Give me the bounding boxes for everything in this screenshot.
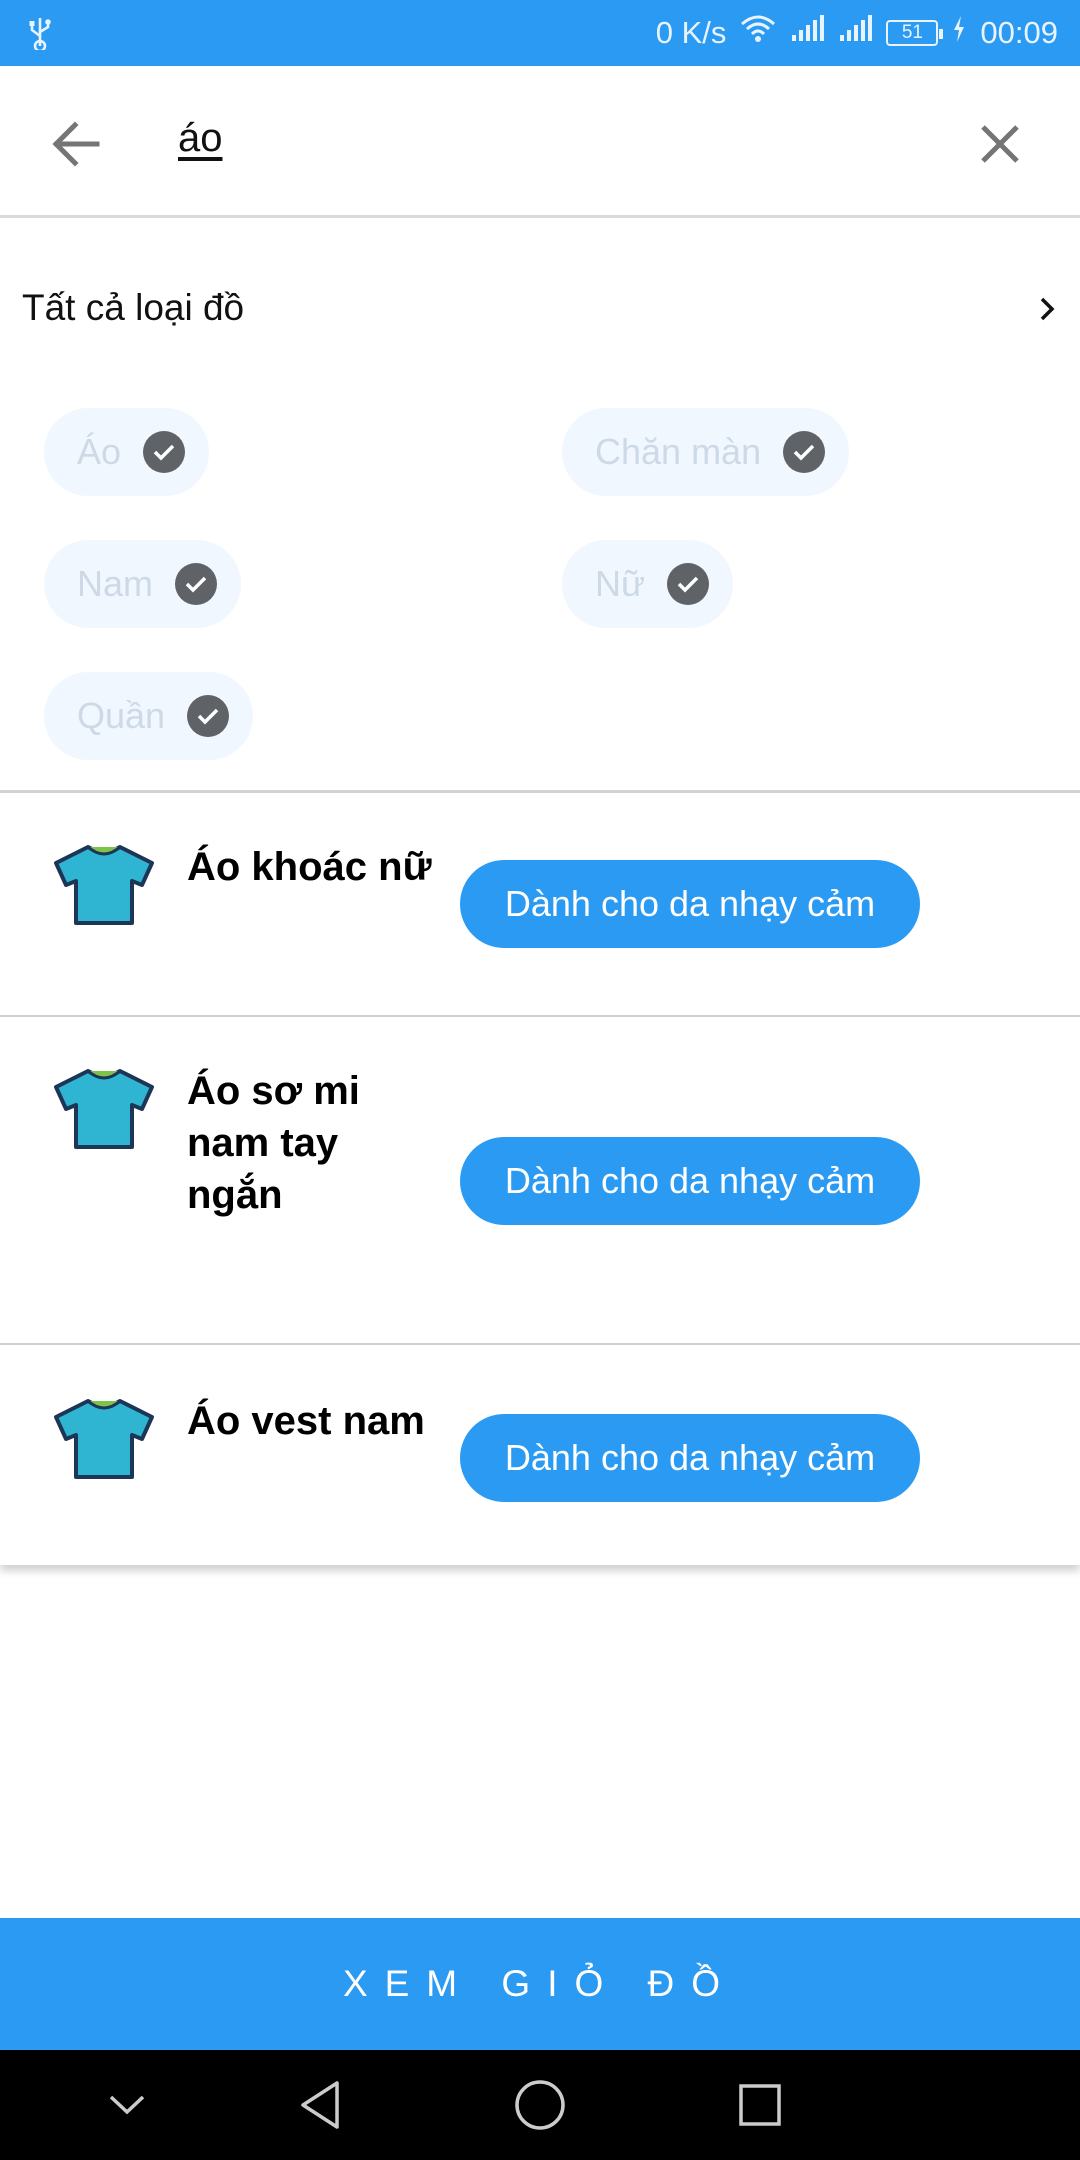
check-icon [667, 563, 710, 605]
nav-home-button[interactable] [510, 2075, 570, 2135]
filter-chip-quan[interactable]: Quần [44, 672, 254, 760]
check-icon [143, 431, 186, 473]
product-list: Áo khoác nữ Dành cho da nhạy cảm Áo sơ m… [0, 793, 1080, 1565]
product-tag-button[interactable]: Dành cho da nhạy cảm [460, 1414, 920, 1502]
clock: 00:09 [980, 15, 1058, 50]
chevron-right-icon [1040, 297, 1055, 321]
signal-icon-2 [838, 15, 873, 51]
filter-chip-label: Nam [77, 563, 154, 604]
product-name: Áo khoác nữ [187, 845, 432, 889]
shirt-icon [54, 845, 154, 925]
product-name: Áo vest nam [187, 1399, 425, 1443]
product-item[interactable]: Áo khoác nữ Dành cho da nhạy cảm [0, 793, 1080, 1015]
product-tag-button[interactable]: Dành cho da nhạy cảm [460, 860, 920, 948]
category-selector[interactable]: Tất cả loại đồ [0, 268, 1080, 348]
battery-icon: 51 [886, 20, 944, 46]
product-item[interactable]: Áo vest nam Dành cho da nhạy cảm [0, 1343, 1080, 1565]
clear-search-button[interactable] [968, 112, 1032, 176]
search-input[interactable]: áo [178, 116, 223, 161]
usb-icon [28, 16, 52, 55]
back-button[interactable] [44, 112, 108, 176]
signal-icon [790, 15, 825, 51]
battery-level: 51 [901, 22, 923, 43]
filter-chip-label: Nữ [595, 563, 646, 604]
search-header: áo [0, 66, 1080, 218]
product-item[interactable]: Áo sơ mi nam tay ngắn Dành cho da nhạy c… [0, 1015, 1080, 1343]
filter-chip-label: Quần [77, 695, 166, 736]
nav-hide-button[interactable] [97, 2075, 157, 2135]
filter-chip-chan-man[interactable]: Chăn màn [562, 408, 850, 496]
filter-chip-nu[interactable]: Nữ [562, 540, 734, 628]
filter-chip-nam[interactable]: Nam [44, 540, 242, 628]
shirt-icon [54, 1399, 154, 1479]
filter-chip-label: Áo [77, 431, 122, 472]
triangle-back-icon [301, 2081, 339, 2129]
shirt-icon [54, 1069, 154, 1149]
product-tag-button[interactable]: Dành cho da nhạy cảm [460, 1137, 920, 1225]
check-icon [783, 431, 826, 473]
check-icon [175, 563, 218, 605]
arrow-left-icon [52, 121, 100, 167]
network-speed: 0 K/s [655, 15, 727, 50]
nav-back-button[interactable] [290, 2075, 350, 2135]
charging-icon [952, 15, 966, 51]
status-bar: 0 K/s 51 00:09 [0, 0, 1080, 66]
check-icon [187, 695, 230, 737]
filter-chip-label: Chăn màn [595, 431, 762, 472]
view-cart-button[interactable]: XEM GIỎ ĐỒ [0, 1918, 1080, 2050]
close-icon [981, 125, 1019, 163]
category-label: Tất cả loại đồ [22, 287, 245, 328]
square-recents-icon [739, 2084, 781, 2126]
wifi-icon [740, 14, 776, 52]
filter-chip-ao[interactable]: Áo [44, 408, 210, 496]
chevron-down-icon [109, 2095, 145, 2115]
product-name: Áo sơ mi nam tay ngắn [187, 1069, 360, 1217]
nav-recents-button[interactable] [730, 2075, 790, 2135]
navigation-bar [0, 2050, 1080, 2160]
circle-home-icon [515, 2080, 565, 2130]
